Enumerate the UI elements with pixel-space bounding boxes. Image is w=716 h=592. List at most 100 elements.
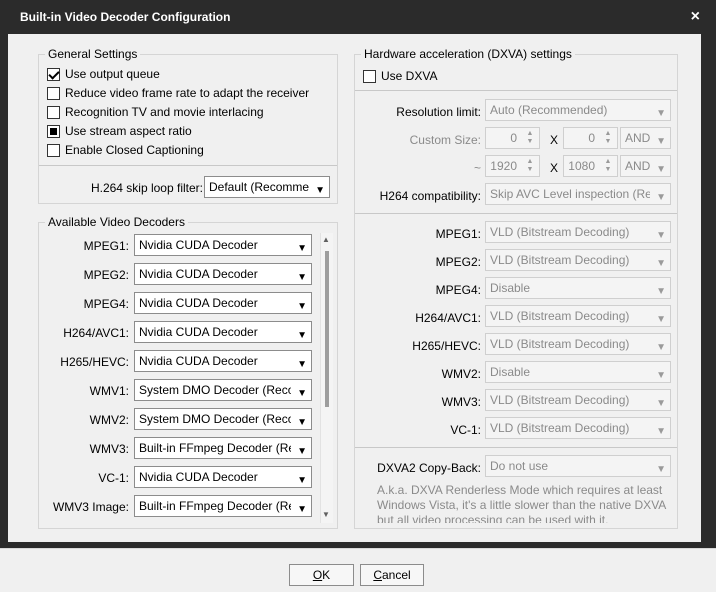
scroll-up-icon[interactable]: ▲ <box>322 235 330 244</box>
decoder-select[interactable]: Built-in FFmpeg Decoder (Recommended) ▼ <box>134 495 312 517</box>
checkbox-box[interactable] <box>47 105 60 119</box>
chevron-down-icon: ▼ <box>297 504 307 515</box>
decoder-label: VC-1: <box>98 471 129 485</box>
stream-aspect-ratio-checkbox[interactable]: Use stream aspect ratio <box>47 122 192 140</box>
select-value: Nvidia CUDA Decoder <box>139 238 258 252</box>
spin-arrows-icon[interactable]: ▲ ▼ <box>523 158 537 174</box>
checkbox-label: Use output queue <box>65 67 160 81</box>
scroll-down-icon[interactable]: ▼ <box>322 510 330 519</box>
checkbox-box[interactable] <box>47 124 60 138</box>
chevron-down-icon: ▼ <box>297 301 307 312</box>
chevron-down-icon: ▼ <box>656 230 666 241</box>
checkbox-box[interactable] <box>363 69 376 83</box>
decoder-select[interactable]: Nvidia CUDA Decoder ▼ <box>134 350 312 372</box>
spin-down-icon[interactable]: ▼ <box>527 138 534 145</box>
checkbox-box[interactable] <box>47 67 60 81</box>
spin-up-icon[interactable]: ▲ <box>605 130 612 137</box>
decoder-select[interactable]: System DMO Decoder (Recommended) ▼ <box>134 379 312 401</box>
checkbox-box[interactable] <box>47 143 60 157</box>
decoder-select[interactable]: System DMO Decoder (Recommended) ▼ <box>134 408 312 430</box>
select-value: VLD (Bitstream Decoding) <box>490 253 630 267</box>
decoder-select[interactable]: Built-in FFmpeg Decoder (Recommended) ▼ <box>134 437 312 459</box>
closed-captioning-checkbox[interactable]: Enable Closed Captioning <box>47 141 204 159</box>
dxva-codec-label: WMV2: <box>441 367 481 381</box>
checkbox-box[interactable] <box>47 86 60 100</box>
decoder-select[interactable]: Nvidia CUDA Decoder ▼ <box>134 466 312 488</box>
spin-arrows-icon[interactable]: ▲ ▼ <box>601 130 615 146</box>
close-icon[interactable]: × <box>691 8 700 26</box>
copyback-select[interactable]: Do not use ▼ <box>485 455 671 477</box>
dxva-codec-label: VC-1: <box>450 423 481 437</box>
spin-up-icon[interactable]: ▲ <box>527 158 534 165</box>
ok-button[interactable]: OK <box>289 564 354 586</box>
decoder-label: H264/AVC1: <box>63 326 129 340</box>
cancel-button[interactable]: Cancel <box>360 564 424 586</box>
reduce-frame-rate-checkbox[interactable]: Reduce video frame rate to adapt the rec… <box>47 84 309 102</box>
spin-value: 1080 <box>568 159 595 173</box>
select-value: Auto (Recommended) <box>490 103 608 117</box>
spin-up-icon[interactable]: ▲ <box>605 158 612 165</box>
select-value: VLD (Bitstream Decoding) <box>490 309 630 323</box>
h264-compat-select[interactable]: Skip AVC Level inspection (Recommended) … <box>485 183 671 205</box>
use-dxva-checkbox[interactable]: Use DXVA <box>363 67 437 85</box>
h264-skip-label: H.264 skip loop filter: <box>90 181 203 195</box>
h264-skip-select[interactable]: Default (Recommended) ▼ <box>204 176 330 198</box>
spin-arrows-icon[interactable]: ▲ ▼ <box>523 130 537 146</box>
x-label-1: X <box>549 133 558 147</box>
video-decoders-group: Available Video Decoders MPEG1: Nvidia CU… <box>38 215 338 529</box>
select-value: System DMO Decoder (Recommended) <box>139 383 291 397</box>
decoder-select[interactable]: Nvidia CUDA Decoder ▼ <box>134 292 312 314</box>
dxva-codec-select[interactable]: VLD (Bitstream Decoding) ▼ <box>485 221 671 243</box>
decoder-select[interactable]: Nvidia CUDA Decoder ▼ <box>134 263 312 285</box>
resolution-limit-select[interactable]: Auto (Recommended) ▼ <box>485 99 671 121</box>
and-select-2[interactable]: AND ▼ <box>620 155 671 177</box>
dxva-codec-select[interactable]: VLD (Bitstream Decoding) ▼ <box>485 305 671 327</box>
select-value: Nvidia CUDA Decoder <box>139 470 258 484</box>
and-select-1[interactable]: AND ▼ <box>620 127 671 149</box>
spin-down-icon[interactable]: ▼ <box>605 166 612 173</box>
decoder-select[interactable]: Nvidia CUDA Decoder ▼ <box>134 321 312 343</box>
select-value: System DMO Decoder (Recommended) <box>139 412 291 426</box>
use-output-queue-checkbox[interactable]: Use output queue <box>47 65 160 83</box>
custom-width-max-spin[interactable]: 1920 ▲ ▼ <box>485 155 540 177</box>
select-value: Built-in FFmpeg Decoder (Recommended) <box>139 441 291 455</box>
general-separator <box>39 165 337 166</box>
copyback-label: DXVA2 Copy-Back: <box>377 461 481 475</box>
custom-height-max-spin[interactable]: 1080 ▲ ▼ <box>563 155 618 177</box>
dxva-codec-select[interactable]: VLD (Bitstream Decoding) ▼ <box>485 333 671 355</box>
select-value: Nvidia CUDA Decoder <box>139 325 258 339</box>
chevron-down-icon: ▼ <box>656 464 666 475</box>
ok-accel: O <box>312 568 323 582</box>
chevron-down-icon: ▼ <box>656 426 666 437</box>
recognition-interlacing-checkbox[interactable]: Recognition TV and movie interlacing <box>47 103 264 121</box>
chevron-down-icon: ▼ <box>297 417 307 428</box>
select-value: Do not use <box>490 459 549 473</box>
spin-down-icon[interactable]: ▼ <box>605 138 612 145</box>
dxva-codec-label: WMV3: <box>441 395 481 409</box>
decoder-select[interactable]: Nvidia CUDA Decoder ▼ <box>134 234 312 256</box>
dxva-codec-select[interactable]: Disable ▼ <box>485 277 671 299</box>
spin-up-icon[interactable]: ▲ <box>527 130 534 137</box>
dxva-codec-select[interactable]: Disable ▼ <box>485 361 671 383</box>
scrollbar-thumb[interactable] <box>325 251 329 407</box>
dxva-codec-select[interactable]: VLD (Bitstream Decoding) ▼ <box>485 389 671 411</box>
decoders-scrollbar[interactable]: ▲ ▼ <box>320 233 333 523</box>
dxva-codec-label: H264/AVC1: <box>415 311 481 325</box>
dxva-separator-3 <box>355 447 677 448</box>
select-value: Default (Recommended) <box>209 180 309 194</box>
select-value: AND <box>625 131 650 145</box>
decoder-label: WMV3: <box>89 442 129 456</box>
custom-width-min-spin[interactable]: 0 ▲ ▼ <box>485 127 540 149</box>
dxva-codec-select[interactable]: VLD (Bitstream Decoding) ▼ <box>485 417 671 439</box>
general-settings-group: General Settings Use output queue Reduce… <box>38 47 338 204</box>
spin-arrows-icon[interactable]: ▲ ▼ <box>601 158 615 174</box>
chevron-down-icon: ▼ <box>656 286 666 297</box>
select-value: Nvidia CUDA Decoder <box>139 354 258 368</box>
spin-down-icon[interactable]: ▼ <box>527 166 534 173</box>
dxva-codec-select[interactable]: VLD (Bitstream Decoding) ▼ <box>485 249 671 271</box>
custom-height-min-spin[interactable]: 0 ▲ ▼ <box>563 127 618 149</box>
chevron-down-icon: ▼ <box>297 359 307 370</box>
dxva-codec-label: H265/HEVC: <box>412 339 481 353</box>
decoder-label: WMV1: <box>89 384 129 398</box>
title-bar: Built-in Video Decoder Configuration × <box>0 0 716 34</box>
